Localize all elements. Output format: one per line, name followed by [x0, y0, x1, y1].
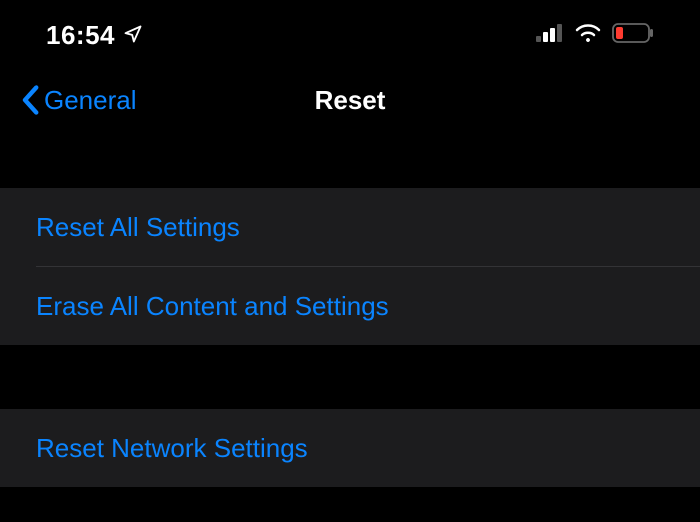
- erase-all-content-row[interactable]: Erase All Content and Settings: [0, 267, 700, 345]
- section-network-reset: Reset Network Settings: [0, 409, 700, 487]
- status-time: 16:54: [46, 20, 115, 51]
- row-label: Erase All Content and Settings: [36, 291, 389, 322]
- back-label: General: [44, 85, 137, 116]
- back-button[interactable]: General: [20, 85, 137, 116]
- location-icon: [123, 20, 143, 51]
- section-general-reset: Reset All Settings Erase All Content and…: [0, 188, 700, 345]
- reset-all-settings-row[interactable]: Reset All Settings: [0, 188, 700, 266]
- nav-bar: General Reset: [0, 70, 700, 130]
- reset-network-settings-row[interactable]: Reset Network Settings: [0, 409, 700, 487]
- cellular-icon: [536, 24, 564, 47]
- status-bar: 16:54: [0, 0, 700, 70]
- row-label: Reset All Settings: [36, 212, 240, 243]
- status-right: [536, 23, 654, 48]
- battery-icon: [612, 23, 654, 48]
- status-left: 16:54: [46, 20, 143, 51]
- chevron-left-icon: [20, 85, 40, 115]
- section-gap: [0, 345, 700, 409]
- row-label: Reset Network Settings: [36, 433, 308, 464]
- wifi-icon: [574, 23, 602, 48]
- section-spacer: [0, 130, 700, 188]
- page-title: Reset: [315, 85, 386, 116]
